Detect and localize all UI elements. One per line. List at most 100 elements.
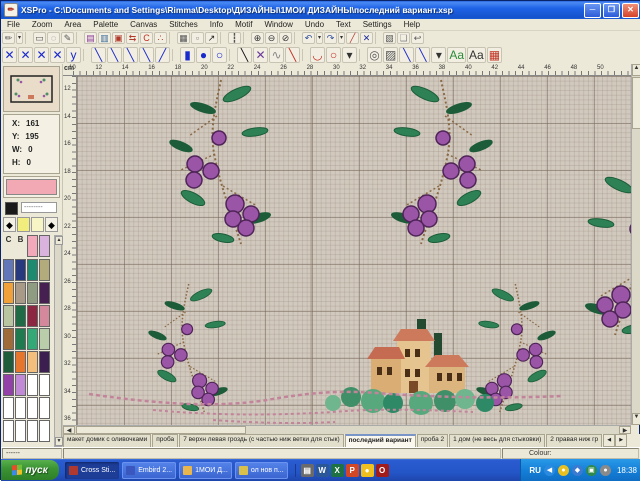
undo-icon[interactable]: ↶: [302, 32, 315, 44]
marker-cell-0[interactable]: ◆: [3, 217, 16, 232]
pattern-tab[interactable]: проба: [152, 434, 178, 447]
mirror-icon[interactable]: ⇆: [126, 32, 139, 44]
menu-palette[interactable]: Palette: [87, 20, 124, 29]
redo-dropdown[interactable]: ▾: [338, 32, 345, 44]
menu-window[interactable]: Window: [258, 20, 298, 29]
palette-swatch[interactable]: [39, 397, 50, 419]
horizontal-scroll-thumb[interactable]: [76, 426, 246, 434]
grid-select-icon[interactable]: ▦: [487, 47, 502, 63]
preview-mode-icon[interactable]: ▨: [383, 47, 398, 63]
menu-undo[interactable]: Undo: [299, 20, 330, 29]
palette-swatch[interactable]: [27, 259, 38, 281]
blue-line-icon[interactable]: ╲: [399, 47, 414, 63]
palette-swatch[interactable]: [15, 420, 26, 442]
pattern-tab[interactable]: 2 правая ниж гр: [546, 434, 602, 447]
paste-icon[interactable]: ▥: [98, 32, 111, 44]
menu-file[interactable]: File: [1, 20, 26, 29]
import-image-icon[interactable]: ▧: [383, 32, 396, 44]
special-stitch-icon[interactable]: ✕: [253, 47, 268, 63]
menu-help[interactable]: Help: [398, 20, 426, 29]
palette-swatch[interactable]: [3, 259, 14, 281]
quarter-stitch-3-icon[interactable]: ╲: [123, 47, 138, 63]
french-knot-icon[interactable]: ●: [196, 47, 211, 63]
menu-canvas[interactable]: Canvas: [124, 20, 163, 29]
palette-swatch[interactable]: [3, 282, 14, 304]
text-tool2-icon[interactable]: Aa: [467, 47, 486, 63]
pattern-tab[interactable]: макет домик с оливочками: [63, 434, 151, 447]
new-page-icon[interactable]: ❏: [397, 32, 410, 44]
palette-swatch[interactable]: [15, 374, 26, 396]
close-button[interactable]: ✕: [622, 3, 639, 18]
tab-scroll-left-icon[interactable]: ◀: [603, 434, 615, 447]
title-bar[interactable]: ✏ XSPro - C:\Documents and Settings\Rimm…: [1, 1, 640, 19]
scatter-icon[interactable]: ∴: [154, 32, 167, 44]
blue-line2-icon[interactable]: ╲: [415, 47, 430, 63]
stitch-column-icon[interactable]: ┇: [228, 32, 241, 44]
zoom-fit-icon[interactable]: ⊘: [279, 32, 292, 44]
horizontal-scrollbar[interactable]: ◀ ▶: [63, 425, 631, 434]
opera-icon[interactable]: O: [376, 464, 389, 477]
text-tool-icon[interactable]: Aa: [447, 47, 466, 63]
palette-swatch[interactable]: [3, 420, 14, 442]
backstitch-right-icon[interactable]: ╱: [155, 47, 170, 63]
quarter-stitch-1-icon[interactable]: ╲: [91, 47, 106, 63]
tray-icq-icon[interactable]: ●: [558, 465, 569, 476]
excel-icon[interactable]: X: [331, 464, 344, 477]
vertical-scrollbar[interactable]: ▲ ▼: [631, 64, 640, 425]
scroll-right-icon[interactable]: ▶: [619, 426, 631, 434]
icq-icon[interactable]: ●: [361, 464, 374, 477]
palette-scroll-down-icon[interactable]: ▼: [55, 437, 63, 446]
palette-swatch[interactable]: [39, 282, 50, 304]
minimize-button[interactable]: ─: [584, 3, 601, 18]
print-icon[interactable]: ▫: [191, 32, 204, 44]
task-button[interactable]: 1МОИ Д...: [179, 462, 232, 479]
tray-app2-icon[interactable]: ▣: [586, 465, 597, 476]
full-stitch-icon[interactable]: ✕: [2, 47, 17, 63]
tray-chevron-icon[interactable]: ◀: [544, 465, 555, 476]
three-quarter-stitch-1-icon[interactable]: ✕: [18, 47, 33, 63]
delete-icon[interactable]: ✕: [360, 32, 373, 44]
palette-swatch[interactable]: [39, 420, 50, 442]
media-app-icon[interactable]: ▤: [301, 464, 314, 477]
quarter-stitch-2-icon[interactable]: ╲: [107, 47, 122, 63]
zoom-out-icon[interactable]: ⊖: [265, 32, 278, 44]
palette-swatch[interactable]: [15, 282, 26, 304]
palette-swatch[interactable]: [3, 397, 14, 419]
palette-swatch[interactable]: [39, 235, 50, 257]
three-quarter-stitch-3-icon[interactable]: ✕: [50, 47, 65, 63]
palette-swatch[interactable]: [39, 305, 50, 327]
rotate-icon[interactable]: C: [140, 32, 153, 44]
palette-swatch[interactable]: [39, 259, 50, 281]
undo-dropdown[interactable]: ▾: [316, 32, 323, 44]
pencil-dropdown[interactable]: ▾: [16, 32, 23, 44]
three-quarter-stitch-2-icon[interactable]: ✕: [34, 47, 49, 63]
menu-stitches[interactable]: Stitches: [163, 20, 203, 29]
palette-swatch[interactable]: [27, 328, 38, 350]
marker-cell-1[interactable]: [17, 217, 30, 232]
task-button[interactable]: ол нов п...: [235, 462, 288, 479]
task-button[interactable]: Cross Sti...: [65, 462, 119, 479]
bead-icon[interactable]: ○: [212, 47, 227, 63]
redo-icon[interactable]: ↷: [324, 32, 337, 44]
current-colour-swatch[interactable]: [6, 179, 57, 195]
backstitch-left-icon[interactable]: ╲: [139, 47, 154, 63]
pattern-tab[interactable]: последний вариант: [345, 434, 416, 447]
vertical-scroll-thumb[interactable]: [632, 77, 640, 129]
palette-swatch[interactable]: [39, 328, 50, 350]
palette-swatch[interactable]: [15, 259, 26, 281]
red-line-icon[interactable]: ╲: [285, 47, 300, 63]
half-stitch-icon[interactable]: у: [66, 47, 81, 63]
black-line-icon[interactable]: ╲: [237, 47, 252, 63]
circle-dropdown[interactable]: ▾: [342, 47, 357, 63]
palette-swatch[interactable]: [15, 305, 26, 327]
marker-cell-2[interactable]: [31, 217, 44, 232]
tray-app1-icon[interactable]: ◆: [572, 465, 583, 476]
palette-swatch[interactable]: [3, 351, 14, 373]
palette-swatch[interactable]: [39, 351, 50, 373]
copy-icon[interactable]: ▤: [84, 32, 97, 44]
scroll-up-icon[interactable]: ▲: [632, 64, 640, 76]
menu-info[interactable]: Info: [204, 20, 229, 29]
palette-swatch[interactable]: [15, 351, 26, 373]
language-indicator[interactable]: RU: [529, 466, 541, 475]
design-canvas[interactable]: [77, 76, 631, 425]
